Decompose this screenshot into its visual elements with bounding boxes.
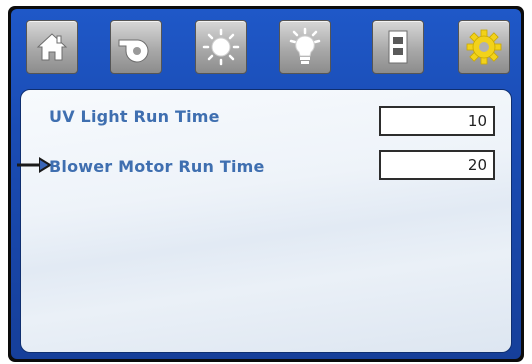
screen-frame: UV Light Run Time 10 Blower Motor Run Ti… <box>11 9 521 359</box>
blower-motor-run-time-field[interactable]: 20 <box>379 150 495 180</box>
settings-content-panel: UV Light Run Time 10 Blower Motor Run Ti… <box>17 89 512 353</box>
home-button[interactable] <box>26 20 78 74</box>
settings-button[interactable] <box>458 20 510 74</box>
touchscreen-device: UV Light Run Time 10 Blower Motor Run Ti… <box>8 6 524 362</box>
blower-icon <box>118 39 149 63</box>
uv-light-icon <box>202 28 240 66</box>
light-button[interactable] <box>279 20 331 74</box>
home-icon <box>36 33 68 61</box>
lightbulb-icon <box>289 27 321 64</box>
uv-light-run-time-label: UV Light Run Time <box>49 107 220 126</box>
uv-light-run-time-field[interactable]: 10 <box>379 106 495 136</box>
toolbar <box>11 9 521 89</box>
blower-button[interactable] <box>110 20 162 74</box>
gear-icon <box>466 29 502 65</box>
blower-motor-run-time-label: Blower Motor Run Time <box>49 157 265 176</box>
door-icon <box>388 30 408 64</box>
door-button[interactable] <box>372 20 424 74</box>
uv-light-button[interactable] <box>195 20 247 74</box>
